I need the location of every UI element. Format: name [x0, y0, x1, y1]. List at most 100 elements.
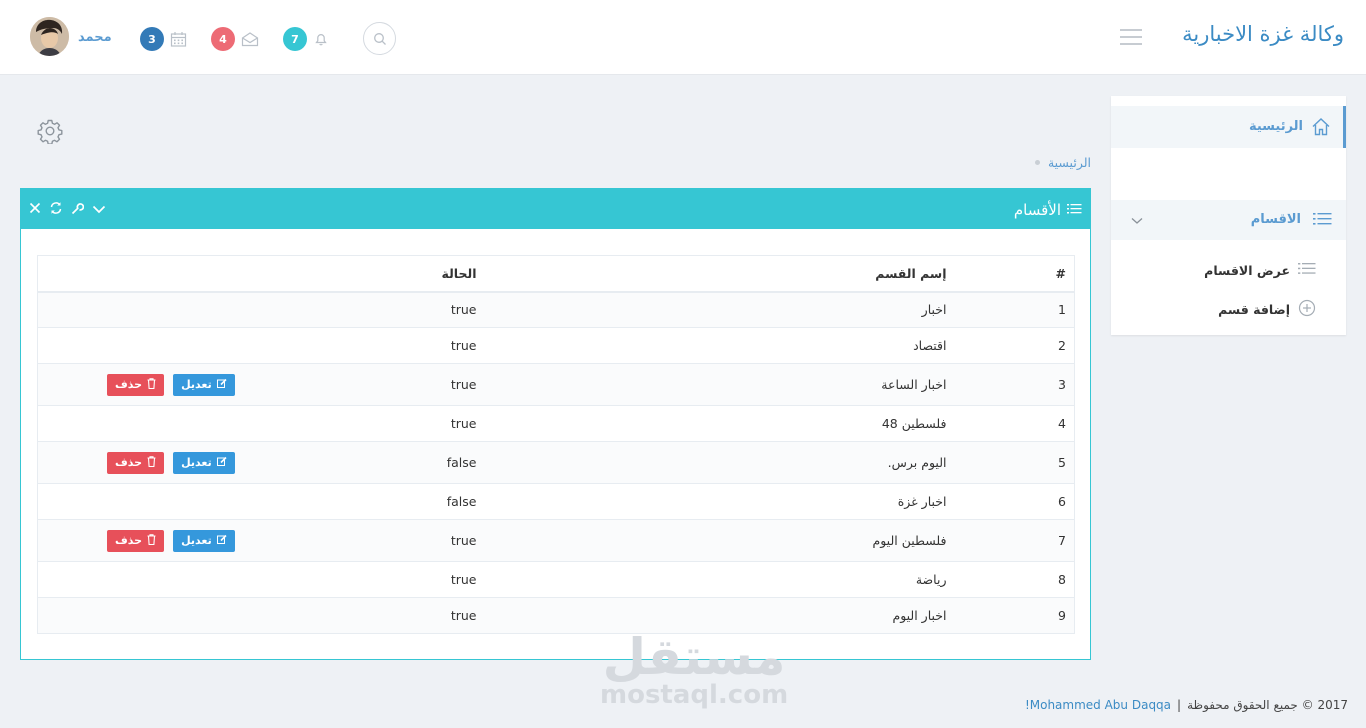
- search-icon: [373, 32, 386, 45]
- edit-button[interactable]: تعديل: [173, 529, 235, 552]
- cell-status: true: [433, 291, 485, 328]
- inbox-dropdown[interactable]: 4: [211, 27, 259, 51]
- sections-portlet: الأقسام # إسم القسم الحالة 1 اخبار true 2 اق…: [20, 188, 1091, 660]
- cell-number: 9: [954, 597, 1075, 634]
- cell-status: true: [433, 363, 485, 406]
- edit-icon: [216, 534, 227, 547]
- menu-toggle-icon[interactable]: [1120, 29, 1142, 45]
- close-icon[interactable]: [29, 202, 41, 218]
- table-row: 9 اخبار اليوم true: [37, 597, 1075, 634]
- portlet-title-text: الأقسام: [1013, 201, 1061, 219]
- edit-button[interactable]: تعديل: [173, 451, 235, 474]
- cell-number: 5: [954, 441, 1075, 484]
- cell-name: رياضة: [484, 561, 955, 598]
- breadcrumb: الرئيسية: [1034, 155, 1091, 170]
- column-header-status: الحالة: [433, 255, 485, 293]
- reload-icon[interactable]: [49, 201, 63, 219]
- cell-name: اقتصاد: [484, 327, 955, 364]
- column-header-number: #: [954, 255, 1075, 293]
- cell-number: 8: [954, 561, 1075, 598]
- top-header: وكالة غزة الاخبارية 7 4 3 محمد: [0, 0, 1366, 75]
- cell-actions: [37, 327, 434, 364]
- footer-separator: |: [1177, 698, 1182, 712]
- cell-number: 3: [954, 363, 1075, 406]
- list-icon: [1067, 201, 1082, 219]
- search-button[interactable]: [363, 22, 396, 55]
- calendar-badge: 3: [140, 27, 164, 51]
- cell-status: true: [433, 327, 485, 364]
- cell-number: 6: [954, 483, 1075, 520]
- column-header-actions: [37, 255, 434, 293]
- cell-number: 4: [954, 405, 1075, 442]
- brand-title[interactable]: وكالة غزة الاخبارية: [1182, 22, 1344, 46]
- table-row: 7 فلسطين اليوم true حذف تعديل: [37, 519, 1075, 562]
- cell-number: 1: [954, 291, 1075, 328]
- delete-button[interactable]: حذف: [107, 373, 165, 396]
- breadcrumb-dot: [1034, 160, 1040, 165]
- delete-label: حذف: [115, 534, 143, 547]
- notifications-badge: 7: [283, 27, 307, 51]
- home-icon: [1311, 117, 1331, 140]
- author-link[interactable]: Mohammed Abu Daqqa!: [1025, 698, 1171, 712]
- delete-button[interactable]: حذف: [107, 529, 165, 552]
- cell-name: اخبار غزة: [484, 483, 955, 520]
- cell-name: فلسطين 48: [484, 405, 955, 442]
- list-icon: [1313, 212, 1332, 230]
- calendar-dropdown[interactable]: 3: [140, 27, 187, 51]
- table-row: 3 اخبار الساعة true حذف تعديل: [37, 363, 1075, 406]
- table-row: 4 فلسطين 48 true: [37, 405, 1075, 442]
- cell-status: false: [433, 441, 485, 484]
- chevron-down-icon[interactable]: [1131, 214, 1143, 229]
- table-row: 1 اخبار true: [37, 291, 1075, 328]
- edit-label: تعديل: [181, 378, 212, 391]
- table-header-row: # إسم القسم الحالة: [37, 255, 1075, 293]
- cell-status: false: [433, 483, 485, 520]
- user-name[interactable]: محمد: [78, 30, 112, 45]
- collapse-chevron-icon[interactable]: [92, 203, 106, 218]
- wrench-icon[interactable]: [71, 202, 85, 219]
- table-row: 5 اليوم برس. false حذف تعديل: [37, 441, 1075, 484]
- trash-icon: [147, 455, 156, 470]
- cell-name: اخبار: [484, 291, 955, 328]
- sections-table: # إسم القسم الحالة 1 اخبار true 2 اقتصاد true…: [37, 255, 1075, 634]
- edit-icon: [216, 456, 227, 469]
- trash-icon: [147, 533, 156, 548]
- avatar[interactable]: [30, 17, 69, 56]
- cell-actions: [37, 291, 434, 328]
- cell-actions: [37, 483, 434, 520]
- delete-label: حذف: [115, 378, 143, 391]
- sidebar-subitem-add-section[interactable]: إضافة قسم: [1218, 299, 1316, 320]
- breadcrumb-home-link[interactable]: الرئيسية: [1048, 155, 1091, 170]
- copyright-text: 2017 © جميع الحقوق محفوظة: [1187, 698, 1348, 712]
- column-header-name: إسم القسم: [484, 255, 955, 293]
- footer: 2017 © جميع الحقوق محفوظة | Mohammed Abu…: [1025, 698, 1348, 712]
- sidebar-item-label: الاقسام: [1250, 212, 1301, 227]
- bell-icon: [313, 31, 329, 47]
- sidebar-item-sections[interactable]: الاقسام: [1111, 200, 1346, 240]
- edit-label: تعديل: [181, 456, 212, 469]
- envelope-open-icon: [241, 31, 259, 47]
- calendar-icon: [170, 31, 187, 48]
- sidebar: الرئيسية الاقسام عرض الاقسام إضافة قسم: [1111, 96, 1346, 335]
- trash-icon: [147, 377, 156, 392]
- settings-gear-icon[interactable]: [37, 118, 63, 148]
- delete-button[interactable]: حذف: [107, 451, 165, 474]
- edit-button[interactable]: تعديل: [173, 373, 235, 396]
- delete-label: حذف: [115, 456, 143, 469]
- cell-actions: [37, 597, 434, 634]
- cell-number: 7: [954, 519, 1075, 562]
- table-row: 8 رياضة true: [37, 561, 1075, 598]
- sidebar-subitem-view-sections[interactable]: عرض الاقسام: [1204, 262, 1316, 278]
- inbox-badge: 4: [211, 27, 235, 51]
- cell-actions: [37, 561, 434, 598]
- notifications-dropdown[interactable]: 7: [283, 27, 329, 51]
- sidebar-item-home[interactable]: الرئيسية: [1111, 106, 1346, 148]
- edit-label: تعديل: [181, 534, 212, 547]
- portlet-title: الأقسام: [1014, 201, 1082, 219]
- portlet-tools: [29, 201, 106, 219]
- cell-name: فلسطين اليوم: [484, 519, 955, 562]
- cell-name: اخبار الساعة: [484, 363, 955, 406]
- cell-number: 2: [954, 327, 1075, 364]
- cell-actions: [37, 405, 434, 442]
- sidebar-subitem-label: عرض الاقسام: [1204, 262, 1290, 278]
